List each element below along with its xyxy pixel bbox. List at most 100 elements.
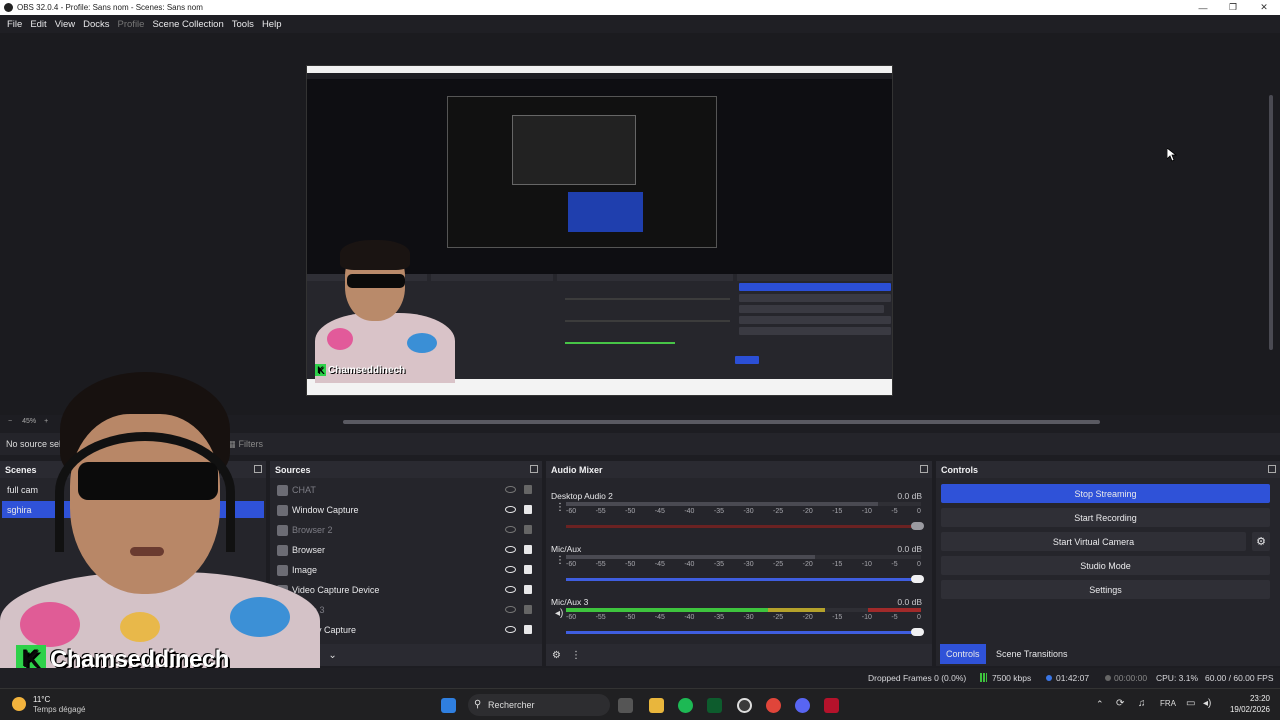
menu-help[interactable]: Help xyxy=(258,19,286,30)
volume-slider[interactable] xyxy=(566,578,921,581)
acrobat-icon[interactable] xyxy=(824,698,839,713)
close-icon[interactable]: ✕ xyxy=(1249,0,1279,15)
mixer-channel: Mic/Aux 0.0 dB -60 -55 -50 -45 -40 -35 -30 -25-… xyxy=(546,542,932,594)
lock-icon[interactable] xyxy=(524,565,532,574)
move-down-icon[interactable]: ⌄ xyxy=(328,650,336,661)
start-virtual-camera-button[interactable]: Start Virtual Camera xyxy=(941,532,1246,551)
file-explorer-icon[interactable] xyxy=(649,698,664,713)
visibility-eye-icon[interactable] xyxy=(505,586,516,593)
start-recording-button[interactable]: Start Recording xyxy=(941,508,1270,527)
lock-icon[interactable] xyxy=(524,545,532,554)
mixer-channel: Mic/Aux 3 0.0 dB -60 -55 -50 -45 -40 -35 -30 -2… xyxy=(546,595,932,647)
clock-date[interactable]: 19/02/2026 xyxy=(1226,705,1270,714)
audio-mixer-title: Audio Mixer xyxy=(551,464,603,475)
visibility-eye-icon[interactable] xyxy=(505,526,516,533)
volume-slider[interactable] xyxy=(566,631,921,634)
maximize-icon[interactable]: ❐ xyxy=(1218,0,1248,15)
menu-profile[interactable]: Profile xyxy=(114,19,149,30)
minimize-icon[interactable]: — xyxy=(1188,0,1218,15)
undock-icon[interactable] xyxy=(920,465,928,473)
controls-dock: Controls Stop Streaming Start Recording … xyxy=(936,461,1280,666)
channel-db: 0.0 dB xyxy=(897,491,922,501)
channel-name: Mic/Aux xyxy=(551,544,582,554)
taskbar-search[interactable]: ⚲ Rechercher xyxy=(468,694,610,716)
advanced-audio-icon[interactable]: ⚙ xyxy=(552,650,561,661)
channel-name: Mic/Aux 3 xyxy=(551,597,589,607)
volume-slider-handle[interactable] xyxy=(911,628,924,636)
channel-db: 0.0 dB xyxy=(897,544,922,554)
terminal-icon[interactable] xyxy=(707,698,722,713)
program-preview[interactable]: K Chamseddinech xyxy=(306,65,893,396)
weather-temp: 11°C xyxy=(33,695,51,704)
language[interactable]: FRA xyxy=(1160,699,1176,708)
tab-controls[interactable]: Controls xyxy=(940,644,986,664)
visibility-eye-icon[interactable] xyxy=(505,546,516,553)
task-view-icon[interactable] xyxy=(618,698,633,713)
menu-file[interactable]: File xyxy=(3,19,26,30)
preview-nested-window xyxy=(447,96,717,248)
menu-scene-collection[interactable]: Scene Collection xyxy=(148,19,227,30)
tray-sync-icon[interactable]: ⟳ xyxy=(1116,698,1124,709)
tray-chevron-icon[interactable]: ⌃ xyxy=(1096,699,1104,710)
visibility-eye-icon[interactable] xyxy=(505,606,516,613)
visibility-eye-icon[interactable] xyxy=(505,566,516,573)
preview-vertical-scrollbar[interactable] xyxy=(1269,95,1273,350)
speaker-icon[interactable]: ◂) xyxy=(555,609,563,619)
lock-icon[interactable] xyxy=(524,525,532,534)
channel-menu-icon[interactable]: ⋮ xyxy=(555,503,565,513)
clock-time[interactable]: 23:20 xyxy=(1236,694,1270,703)
menu-view[interactable]: View xyxy=(51,19,79,30)
visibility-eye-icon[interactable] xyxy=(505,486,516,493)
controls-title: Controls xyxy=(941,464,978,475)
lock-icon[interactable] xyxy=(524,505,532,514)
windows-taskbar: 11°C Temps dégagé ⚲ Rechercher ⌃ ⟳ ♫ FRA… xyxy=(0,688,1280,720)
discord-icon[interactable] xyxy=(795,698,810,713)
lock-icon[interactable] xyxy=(524,485,532,494)
preview-webcam: K Chamseddinech xyxy=(307,238,457,383)
meter-scale: -60 -55 -50 -45 -40 -35 -30 -25 -20 -15 -10 -5 0 xyxy=(566,561,921,568)
channel-menu-icon[interactable]: ⋮ xyxy=(555,556,565,566)
settings-button[interactable]: Settings xyxy=(941,580,1270,599)
mixer-toolbar: ⚙ ⋮ xyxy=(546,644,932,666)
volume-slider-handle[interactable] xyxy=(911,575,924,583)
weather-desc: Temps dégagé xyxy=(33,705,86,714)
lock-icon[interactable] xyxy=(524,585,532,594)
weather-sun-icon xyxy=(12,697,26,711)
volume-icon[interactable]: ◂) xyxy=(1203,698,1211,709)
title-bar: OBS 32.0.4 - Profile: Sans nom - Scenes:… xyxy=(0,0,1280,15)
mixer-menu-icon[interactable]: ⋮ xyxy=(571,650,581,661)
volume-slider-handle[interactable] xyxy=(911,522,924,530)
preview-horizontal-scrollbar[interactable] xyxy=(343,420,1100,424)
audio-mixer-dock: Audio Mixer Desktop Audio 2 0.0 dB -60 -5… xyxy=(546,461,932,666)
undock-icon[interactable] xyxy=(530,465,538,473)
network-icon[interactable]: ▭ xyxy=(1186,698,1195,709)
menu-tools[interactable]: Tools xyxy=(228,19,258,30)
dropped-frames: Dropped Frames 0 (0.0%) xyxy=(868,673,967,683)
studio-mode-button[interactable]: Studio Mode xyxy=(941,556,1270,575)
visibility-eye-icon[interactable] xyxy=(505,626,516,633)
lock-icon[interactable] xyxy=(524,605,532,614)
record-time: 00:00:00 xyxy=(1114,673,1148,683)
meter-scale: -60 -55 -50 -45 -40 -35 -30 -25 -20 -15 -10 -5 0 xyxy=(566,614,921,621)
channel-db: 0.0 dB xyxy=(897,597,922,607)
preview-nested-menubar xyxy=(307,73,892,79)
tab-scene-transitions[interactable]: Scene Transitions xyxy=(990,644,1074,664)
visibility-eye-icon[interactable] xyxy=(505,506,516,513)
menu-docks[interactable]: Docks xyxy=(79,19,113,30)
menu-edit[interactable]: Edit xyxy=(26,19,50,30)
windows-start-icon[interactable] xyxy=(441,698,456,713)
volume-slider[interactable] xyxy=(566,525,921,528)
spotify-icon[interactable] xyxy=(678,698,693,713)
window-title: OBS 32.0.4 - Profile: Sans nom - Scenes:… xyxy=(17,3,203,12)
obs-logo-icon xyxy=(4,3,13,12)
obs-icon[interactable] xyxy=(737,698,752,713)
lock-icon[interactable] xyxy=(524,625,532,634)
undock-icon[interactable] xyxy=(1268,465,1276,473)
search-label: Rechercher xyxy=(488,700,535,710)
chrome-icon[interactable] xyxy=(766,698,781,713)
fps: 60.00 / 60.00 FPS xyxy=(1205,673,1274,683)
microphone-icon[interactable]: ♫ xyxy=(1138,698,1146,709)
bitrate: 7500 kbps xyxy=(992,673,1032,683)
virtual-camera-settings-gear-icon[interactable]: ⚙ xyxy=(1252,532,1270,551)
stop-streaming-button[interactable]: Stop Streaming xyxy=(941,484,1270,503)
